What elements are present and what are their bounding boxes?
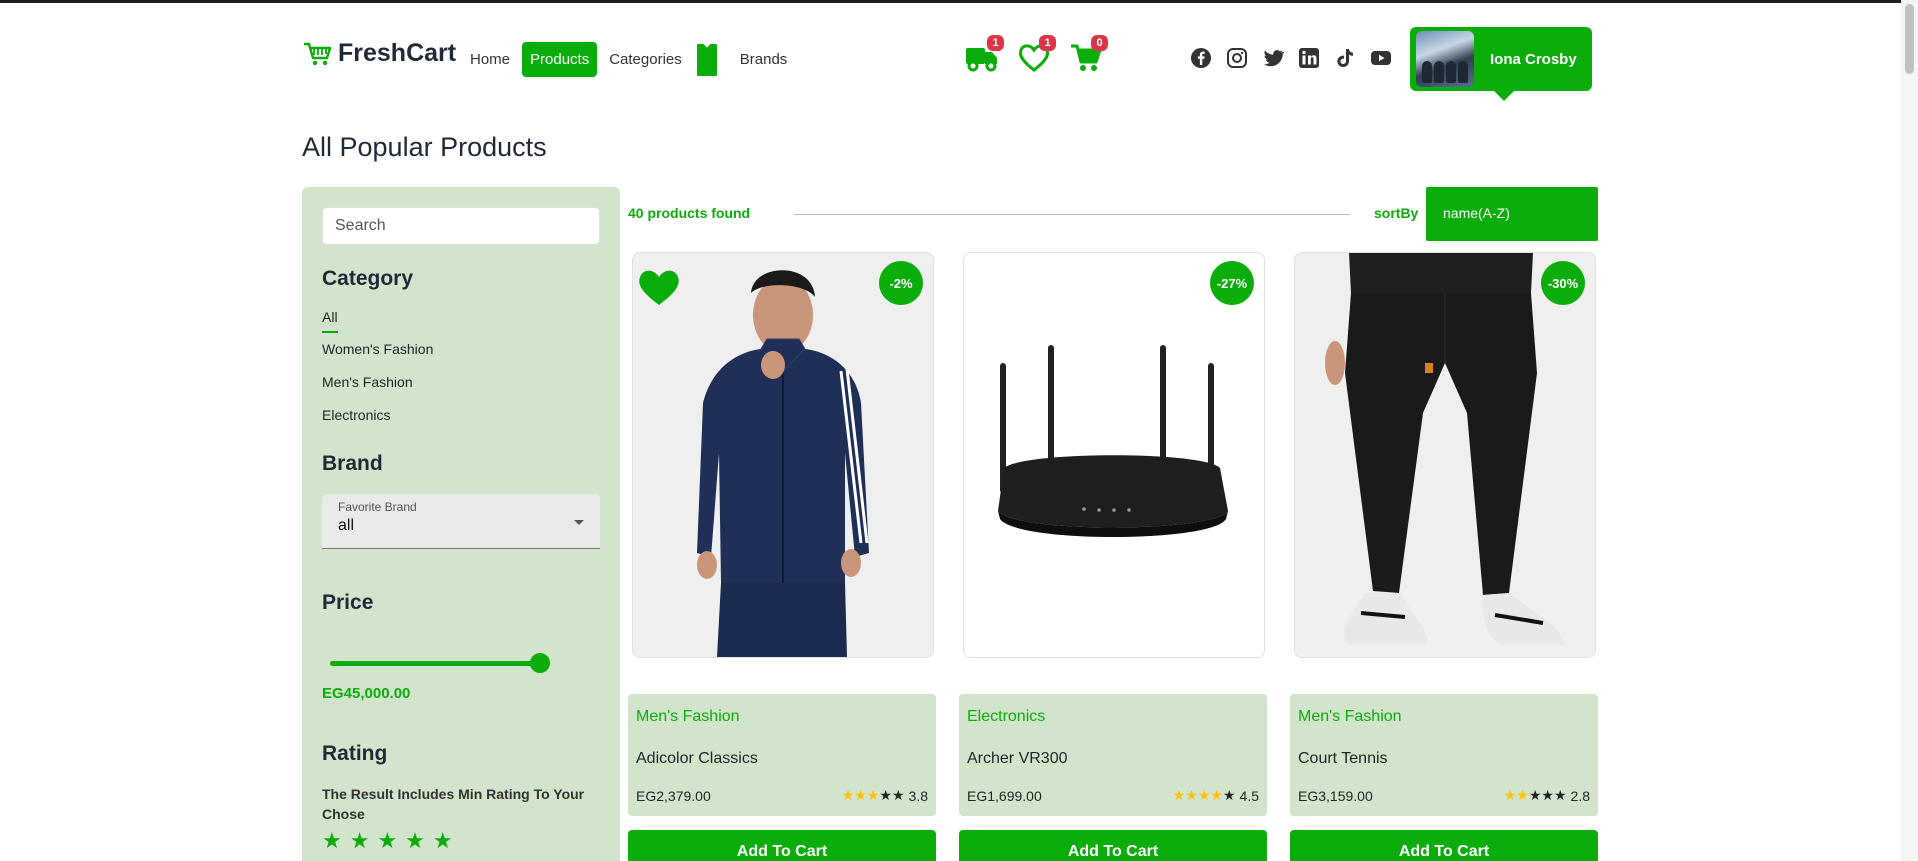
brand-name: FreshCart xyxy=(338,39,457,67)
linkedin-icon[interactable] xyxy=(1298,47,1320,69)
rating-filter-stars[interactable]: ★★★★★ xyxy=(322,828,600,854)
product-info: Men's Fashion Court Tennis EG3,159.00 ★★… xyxy=(1290,694,1598,816)
product-category: Men's Fashion xyxy=(1298,708,1402,725)
product-image[interactable]: -2% xyxy=(632,252,934,658)
add-to-cart-button[interactable]: Add To Cart xyxy=(959,830,1267,861)
cart-badge: 0 xyxy=(1091,35,1108,51)
wishlist-badge: 1 xyxy=(1039,35,1056,51)
search-input[interactable] xyxy=(322,207,600,245)
add-to-cart-button[interactable]: Add To Cart xyxy=(1290,830,1598,861)
product-name[interactable]: Archer VR300 xyxy=(967,750,1068,768)
cart-logo-icon xyxy=(304,42,332,65)
product-name[interactable]: Court Tennis xyxy=(1298,750,1388,768)
facebook-icon[interactable] xyxy=(1190,47,1212,69)
filters-sidebar: Category All Women's Fashion Men's Fashi… xyxy=(302,187,620,861)
product-rating: ★★★★★ 3.8 xyxy=(842,787,928,804)
rating-stars-icon: ★★★★★ xyxy=(1172,787,1236,803)
wishlist-button[interactable]: 1 xyxy=(1016,35,1056,75)
category-womens-fashion[interactable]: Women's Fashion xyxy=(322,341,433,357)
brand-heading: Brand xyxy=(322,452,383,475)
product-price: EG2,379.00 xyxy=(636,788,711,804)
cart-button[interactable]: 0 xyxy=(1068,35,1108,75)
instagram-icon[interactable] xyxy=(1226,47,1248,69)
jacket-image xyxy=(633,253,933,657)
shirt-bag-icon xyxy=(696,44,717,76)
category-electronics[interactable]: Electronics xyxy=(322,407,390,423)
user-menu[interactable]: Iona Crosby xyxy=(1410,27,1592,101)
rating-note: The Result Includes Min Rating To Your C… xyxy=(322,786,585,822)
category-all[interactable]: All xyxy=(322,309,338,333)
price-value: EG45,000.00 xyxy=(322,685,411,702)
sort-label: sortBy xyxy=(1374,205,1419,221)
avatar xyxy=(1416,31,1474,87)
brand-logo[interactable]: FreshCart xyxy=(302,39,456,68)
social-links xyxy=(1190,47,1392,69)
product-name[interactable]: Adicolor Classics xyxy=(636,750,758,768)
wishlist-heart-icon[interactable] xyxy=(637,267,681,307)
product-image[interactable]: -27% xyxy=(963,252,1265,658)
product-image[interactable]: -30% xyxy=(1294,252,1596,658)
product-price: EG3,159.00 xyxy=(1298,788,1373,804)
product-info: Electronics Archer VR300 EG1,699.00 ★★★★… xyxy=(959,694,1267,816)
discount-badge: -2% xyxy=(879,261,923,305)
rating-stars-icon: ★★★★★ xyxy=(1503,787,1567,803)
sort-select[interactable]: name(A-Z) xyxy=(1426,187,1598,241)
add-to-cart-button[interactable]: Add To Cart xyxy=(628,830,936,861)
discount-badge: -27% xyxy=(1210,261,1254,305)
product-price: EG1,699.00 xyxy=(967,788,1042,804)
rating-stars-icon: ★★★★★ xyxy=(841,787,905,803)
nav-brands[interactable]: Brands xyxy=(732,42,796,77)
twitter-icon[interactable] xyxy=(1262,47,1284,69)
rating-heading: Rating xyxy=(322,742,388,765)
product-rating: ★★★★★ 2.8 xyxy=(1504,787,1590,804)
top-border xyxy=(0,0,1918,3)
brand-select-value: all xyxy=(338,517,355,534)
nav-links: Home Products Categories Brands xyxy=(462,41,799,77)
price-slider[interactable] xyxy=(330,653,550,673)
router-image xyxy=(964,253,1264,657)
youtube-icon[interactable] xyxy=(1370,47,1392,69)
page-title: All Popular Products xyxy=(302,132,547,162)
rating-value: 3.8 xyxy=(908,787,928,804)
rating-value: 2.8 xyxy=(1570,787,1590,804)
brand-select-label: Favorite Brand xyxy=(338,500,417,514)
rating-value: 4.5 xyxy=(1239,787,1259,804)
nav-home[interactable]: Home xyxy=(462,42,518,77)
product-info: Men's Fashion Adicolor Classics EG2,379.… xyxy=(628,694,936,816)
user-name: Iona Crosby xyxy=(1490,50,1577,68)
pants-image xyxy=(1295,253,1595,657)
price-slider-track xyxy=(330,661,550,666)
nav-products[interactable]: Products xyxy=(522,41,598,77)
price-heading: Price xyxy=(322,591,374,614)
brand-select[interactable]: Favorite Brand all xyxy=(322,494,600,549)
price-slider-thumb[interactable] xyxy=(530,653,550,673)
products-count: 40 products found xyxy=(628,205,751,221)
product-rating: ★★★★★ 4.5 xyxy=(1173,787,1259,804)
orders-badge: 1 xyxy=(987,35,1004,51)
product-category: Electronics xyxy=(967,708,1046,725)
nav-categories[interactable]: Categories xyxy=(601,42,690,77)
orders-truck-button[interactable]: 1 xyxy=(964,35,1004,75)
user-menu-caret xyxy=(1494,91,1514,101)
product-category: Men's Fashion xyxy=(636,708,740,725)
category-list: All Women's Fashion Men's Fashion Electr… xyxy=(322,309,600,440)
divider xyxy=(794,214,1350,215)
tiktok-icon[interactable] xyxy=(1334,47,1356,69)
category-mens-fashion[interactable]: Men's Fashion xyxy=(322,374,413,390)
page-scrollbar[interactable] xyxy=(1901,0,1918,861)
discount-badge: -30% xyxy=(1541,261,1585,305)
nav-icons: 1 1 0 xyxy=(964,35,1108,75)
category-heading: Category xyxy=(322,267,414,290)
navbar: FreshCart Home Products Categories Brand… xyxy=(302,27,1592,101)
dropdown-arrow-icon xyxy=(574,520,584,525)
scrollbar-thumb[interactable] xyxy=(1905,4,1914,74)
